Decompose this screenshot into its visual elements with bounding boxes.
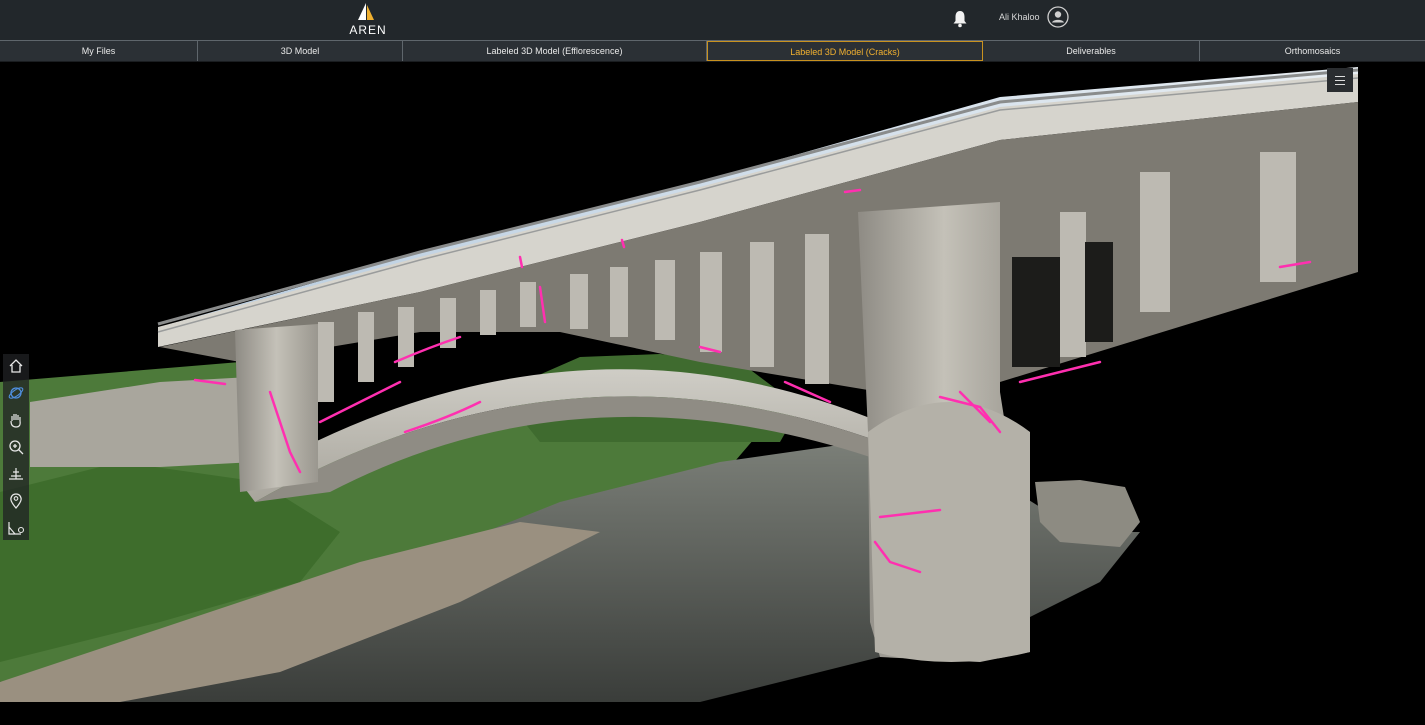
frame-opening xyxy=(1012,257,1060,367)
user-name[interactable]: Ali Khaloo xyxy=(999,12,1040,22)
tab-my-files[interactable]: My Files xyxy=(0,41,198,61)
aren-logo[interactable]: AREN xyxy=(348,2,388,38)
bell-icon[interactable] xyxy=(952,10,968,28)
bridge-3d-model[interactable] xyxy=(0,62,1425,725)
main-tabs: My Files 3D Model Labeled 3D Model (Effl… xyxy=(0,40,1425,62)
user-avatar-icon[interactable] xyxy=(1047,6,1069,28)
location-pin-icon[interactable] xyxy=(6,491,26,511)
logo-text: AREN xyxy=(349,23,387,37)
viewer-toolbar xyxy=(3,354,29,540)
tab-3d-model[interactable]: 3D Model xyxy=(198,41,403,61)
measure-icon[interactable] xyxy=(6,464,26,484)
hamburger-menu-icon[interactable] xyxy=(1327,68,1353,92)
pan-hand-icon[interactable] xyxy=(6,410,26,430)
sail-icon xyxy=(358,3,374,20)
pier-cutwater xyxy=(868,402,1030,662)
3d-model-viewer[interactable] xyxy=(0,62,1425,725)
orbit-icon[interactable] xyxy=(6,383,26,403)
tab-labeled-cracks[interactable]: Labeled 3D Model (Cracks) xyxy=(707,41,983,61)
tab-labeled-efflorescence[interactable]: Labeled 3D Model (Efflorescence) xyxy=(403,41,707,61)
frame-opening xyxy=(1085,242,1113,342)
zoom-icon[interactable] xyxy=(6,437,26,457)
home-icon[interactable] xyxy=(6,356,26,376)
tab-orthomosaics[interactable]: Orthomosaics xyxy=(1200,41,1425,61)
top-header: AREN Ali Khaloo xyxy=(0,0,1425,40)
tab-deliverables[interactable]: Deliverables xyxy=(983,41,1200,61)
area-measure-icon[interactable] xyxy=(6,518,26,538)
